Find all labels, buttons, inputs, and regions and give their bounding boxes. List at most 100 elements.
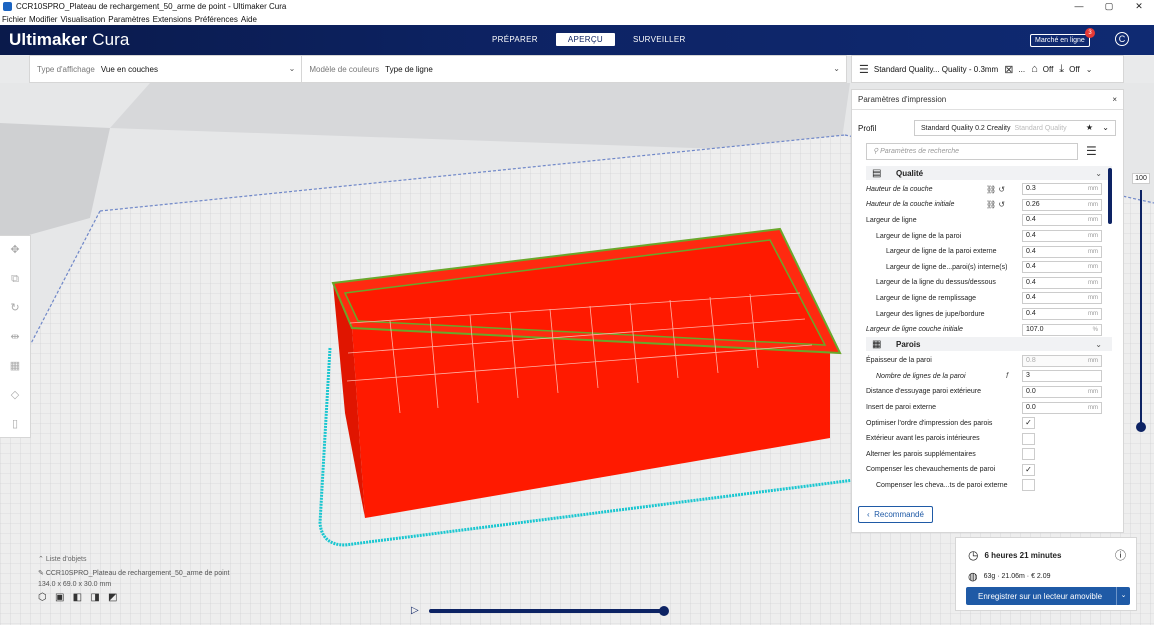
setting-row: Épaisseur de la paroi 0.8 mm <box>866 353 1112 369</box>
minimize-button[interactable]: — <box>1064 0 1094 13</box>
setting-row: Largeur de la ligne du dessus/dessous 0.4… <box>866 275 1112 291</box>
save-removable-button[interactable]: Enregistrer sur un lecteur amovible ⌄ <box>966 587 1130 605</box>
layer-slider[interactable] <box>1136 190 1146 432</box>
settings-scrollbar[interactable] <box>1108 168 1112 224</box>
setting-input[interactable]: 0.8 mm <box>1022 354 1102 367</box>
scale-tool-icon[interactable]: ⧉ <box>0 265 30 294</box>
quality-icon: ▤ <box>872 167 882 179</box>
profile-row: Profil Standard Quality 0.2 Creality Sta… <box>858 120 1118 136</box>
profile-select[interactable]: Standard Quality 0.2 Creality Standard Q… <box>914 120 1116 136</box>
setting-label: Optimiser l'ordre d'impression des paroi… <box>866 419 993 427</box>
support-icon: ⊠ <box>1004 63 1014 76</box>
setting-input[interactable]: 0.0 mm <box>1022 401 1102 414</box>
setting-input[interactable]: 0.4 mm <box>1022 292 1102 305</box>
print-settings-panel: Paramètres d'impression × Profil Standar… <box>851 89 1124 533</box>
star-icon[interactable]: ★ <box>1086 123 1093 132</box>
menu-preferences[interactable]: Préférences <box>195 15 238 24</box>
link-reset-icons[interactable]: ⛓ ↺ <box>986 200 1005 209</box>
setting-input[interactable]: 0.26 mm <box>1022 198 1102 211</box>
function-icon[interactable]: 𝑓 <box>1006 371 1009 381</box>
view-top-icon[interactable]: ◧ <box>73 592 82 603</box>
view-front-icon[interactable]: ▣ <box>55 592 64 603</box>
setting-input[interactable]: 0.3 mm <box>1022 183 1102 196</box>
path-slider[interactable] <box>429 606 669 616</box>
settings-menu-icon[interactable]: ☰ <box>1086 144 1097 158</box>
path-slider-handle[interactable] <box>659 606 669 616</box>
setting-checkbox[interactable] <box>1022 448 1035 461</box>
link-reset-icons[interactable]: ⛓ ↺ <box>986 185 1005 194</box>
chevron-down-icon: ⌄ <box>288 64 296 73</box>
setting-value: 0.0 <box>1026 387 1036 395</box>
color-model-select[interactable]: Modèle de couleurs Type de ligne ⌄ <box>302 56 846 82</box>
category-walls[interactable]: ▦ Parois ⌄ <box>866 337 1112 352</box>
menu-fichier[interactable]: Fichier <box>2 15 26 24</box>
menu-visualisation[interactable]: Visualisation <box>60 15 105 24</box>
settings-search-input[interactable]: ⚲ Paramètres de recherche <box>866 142 1078 160</box>
layer-top-value[interactable]: 100 <box>1132 173 1150 184</box>
support-blocker-icon[interactable]: ◇ <box>0 381 30 410</box>
setting-row: Hauteur de la couche initiale ⛓ ↺ 0.26 mm <box>866 197 1112 213</box>
chevron-down-icon: ⌄ <box>1085 64 1093 74</box>
tab-surveiller[interactable]: SURVEILLER <box>621 33 698 46</box>
setting-checkbox[interactable] <box>1022 432 1035 445</box>
chevron-down-icon[interactable]: ⌄ <box>1116 587 1130 605</box>
panel-title-bar: Paramètres d'impression × <box>852 90 1123 110</box>
view-left-icon[interactable]: ◨ <box>90 592 99 603</box>
setting-row: Hauteur de la couche ⛓ ↺ 0.3 mm <box>866 182 1112 198</box>
category-quality[interactable]: ▤ Qualité ⌄ <box>866 166 1112 180</box>
chevron-down-icon: ⌄ <box>1095 339 1102 349</box>
setting-value: 3 <box>1026 372 1030 380</box>
per-model-settings-icon[interactable]: ▦ <box>0 352 30 381</box>
setting-checkbox[interactable]: ✓ <box>1022 463 1035 476</box>
object-list-title: Liste d'objets <box>45 556 87 563</box>
setting-input[interactable]: 0.4 mm <box>1022 214 1102 227</box>
rotate-tool-icon[interactable]: ↻ <box>0 294 30 323</box>
setting-checkbox[interactable]: ✓ <box>1022 417 1035 430</box>
chevron-down-icon: ⌄ <box>1095 168 1102 178</box>
layer-slider-handle[interactable] <box>1136 422 1146 432</box>
close-icon[interactable]: × <box>1112 95 1117 104</box>
setting-input[interactable]: 0.4 mm <box>1022 261 1102 274</box>
display-type-select[interactable]: Type d'affichage Vue en couches ⌄ <box>30 56 303 82</box>
tab-apercu[interactable]: APERÇU <box>555 33 615 46</box>
view-3d-icon[interactable]: ⬡ <box>38 592 47 603</box>
setting-input[interactable]: 3 <box>1022 370 1102 383</box>
setting-input[interactable]: 0.4 mm <box>1022 230 1102 243</box>
setting-input[interactable]: 0.4 mm <box>1022 308 1102 321</box>
profile-label: Profil <box>858 123 877 133</box>
play-icon[interactable]: ▷ <box>411 605 419 616</box>
setting-label: Extérieur avant les parois intérieures <box>866 435 980 443</box>
setting-checkbox[interactable] <box>1022 479 1035 492</box>
walls-icon: ▦ <box>872 338 882 350</box>
print-time-text: 6 heures 21 minutes <box>984 550 1062 560</box>
setting-unit: mm <box>1088 248 1098 255</box>
print-setup-selector[interactable]: ☰ Standard Quality... Quality - 0.3mm ⊠ … <box>851 55 1124 83</box>
view-right-icon[interactable]: ◩ <box>108 592 117 603</box>
setting-value: 0.4 <box>1026 278 1036 286</box>
delete-icon[interactable]: ▯ <box>0 410 30 439</box>
menu-extensions[interactable]: Extensions <box>153 15 192 24</box>
menu-modifier[interactable]: Modifier <box>29 15 57 24</box>
setting-input[interactable]: 0.4 mm <box>1022 276 1102 289</box>
menu-aide[interactable]: Aide <box>241 15 257 24</box>
close-window-button[interactable]: ✕ <box>1124 0 1154 13</box>
menu-parametres[interactable]: Paramètres <box>108 15 149 24</box>
marketplace-button[interactable]: Marché en ligne <box>1030 34 1090 47</box>
setting-input[interactable]: 0.4 mm <box>1022 245 1102 258</box>
account-icon[interactable]: C <box>1115 32 1129 46</box>
setting-input[interactable]: 107.0% <box>1022 323 1102 336</box>
setting-row: Distance d'essuyage paroi extérieure 0.0 m… <box>866 384 1112 400</box>
support-summary: ... <box>1018 64 1026 74</box>
info-icon[interactable]: ⓘ <box>1115 547 1126 563</box>
brand-bold: Ultimaker <box>9 30 88 49</box>
object-list-header[interactable]: ⌃ Liste d'objets <box>38 555 288 563</box>
maximize-button[interactable]: ▢ <box>1094 0 1124 13</box>
move-tool-icon[interactable]: ✥ <box>0 236 30 265</box>
setting-input[interactable]: 0.0 mm <box>1022 385 1102 398</box>
mirror-tool-icon[interactable]: ⇹ <box>0 323 30 352</box>
recommended-button[interactable]: ‹ Recommandé <box>858 506 933 523</box>
setting-value: 0.4 <box>1026 294 1036 302</box>
settings-search-row: ⚲ Paramètres de recherche ☰ <box>866 142 1116 160</box>
setting-unit: mm <box>1088 279 1098 286</box>
tab-preparer[interactable]: PRÉPARER <box>480 33 550 46</box>
